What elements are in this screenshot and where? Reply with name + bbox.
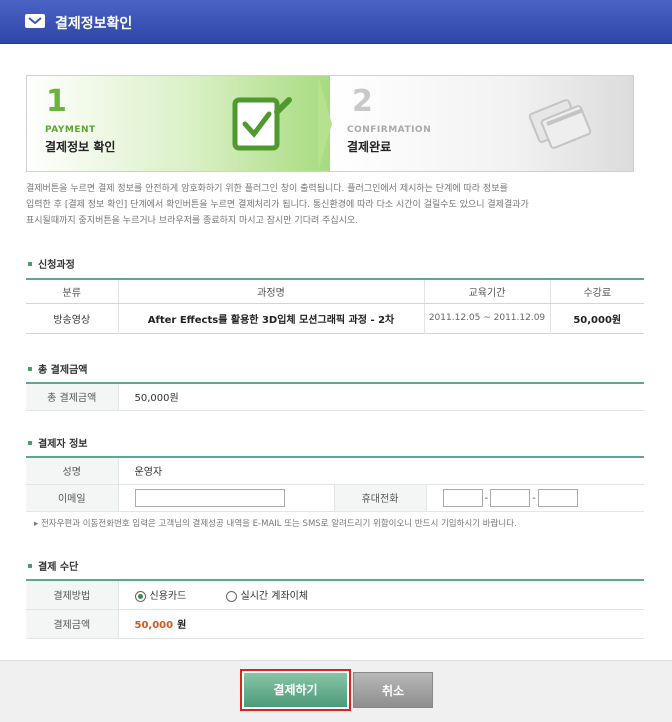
section-title-course: 신청과정 [28, 256, 75, 271]
col-header-period: 교육기간 [423, 279, 550, 304]
payer-table: 성명 운영자 이메일 휴대전화 - - [26, 456, 644, 512]
step-ko-label: 결제완료 [347, 140, 392, 154]
radio-unchecked-icon[interactable] [225, 590, 237, 602]
section-title-payer: 결제자 정보 [28, 435, 87, 450]
name-value: 운영자 [118, 457, 644, 485]
title-bar: 결제정보확인 [0, 0, 672, 44]
radio-checked-icon[interactable] [134, 590, 146, 602]
total-value: 50,000원 [118, 383, 644, 411]
step-number: 1 [46, 84, 67, 119]
step-number: 2 [352, 84, 373, 119]
pay-button[interactable]: 결제하기 [240, 669, 351, 711]
method-label: 결제방법 [26, 580, 119, 610]
col-header-category: 분류 [26, 279, 118, 304]
course-table: 분류 과정명 교육기간 수강료 방송영상 After Effects를 활용한 … [26, 278, 644, 334]
phone-label: 휴대전화 [333, 484, 427, 512]
description-line: 표시될때까지 중지버튼을 누르거나 브라우저를 종료하지 마시고 잠시만 기다려… [26, 216, 359, 226]
phone-separator: - [532, 492, 536, 504]
step-en-label: CONFIRMATION [347, 125, 432, 135]
page-title: 결제정보확인 [55, 16, 133, 32]
contact-note: ▸ 전자우편과 이동전화번호 입력은 고객님의 결제성공 내역을 E-MAIL … [34, 519, 517, 529]
table-row: 방송영상 After Effects를 활용한 3D입체 모션그래픽 과정 - … [26, 303, 644, 333]
section-title-method: 결제 수단 [28, 558, 78, 573]
step-payment: 1 PAYMENT 결제정보 확인 [27, 76, 330, 171]
cell-category: 방송영상 [53, 314, 91, 326]
step-en-label: PAYMENT [45, 125, 96, 135]
phone-input-1[interactable] [442, 488, 483, 507]
step-arrow [318, 76, 332, 171]
card-icon [528, 99, 592, 149]
phone-input-3[interactable] [537, 488, 578, 507]
amount-value: 50,000 원 [118, 609, 644, 639]
envelope-icon [25, 14, 45, 28]
cell-fee: 50,000원 [549, 303, 644, 333]
description-line: 입력한 후 [결제 정보 확인] 단계에서 확인버튼을 누르면 결제처리가 됩니… [26, 200, 529, 210]
cell-period: 2011.12.05 ~ 2011.12.09 [423, 303, 550, 333]
progress-steps: 2 CONFIRMATION 결제완료 1 PAYMENT 결제정보 확인 [26, 75, 634, 172]
step-confirmation: 2 CONFIRMATION 결제완료 [330, 76, 633, 171]
total-label: 총 결제금액 [26, 383, 119, 411]
radio-credit-card[interactable]: 신용카드 [134, 590, 186, 602]
step-ko-label: 결제정보 확인 [45, 140, 116, 154]
cancel-button[interactable]: 취소 [353, 672, 433, 708]
email-input[interactable] [134, 488, 285, 507]
amount-label: 결제금액 [26, 609, 119, 639]
description-line: 결제버튼을 누르면 결제 정보를 안전하게 암호화하기 위한 플러그인 창이 출… [26, 184, 508, 194]
checklist-icon [232, 97, 292, 151]
col-header-course: 과정명 [117, 279, 424, 304]
email-label: 이메일 [26, 484, 119, 512]
col-header-fee: 수강료 [549, 279, 644, 304]
name-label: 성명 [26, 457, 119, 485]
section-title-total: 총 결제금액 [28, 361, 87, 376]
method-table: 결제방법 신용카드 실시간 계좌이체 결제금액 50,000 원 [26, 579, 644, 639]
radio-bank-transfer[interactable]: 실시간 계좌이체 [225, 590, 308, 602]
phone-separator: - [484, 492, 489, 504]
cell-course-name: After Effects를 활용한 3D입체 모션그래픽 과정 - 2차 [117, 303, 424, 333]
payment-description: 결제버튼을 누르면 결제 정보를 안전하게 암호화하기 위한 플러그인 창이 출… [26, 181, 646, 229]
phone-input-2[interactable] [490, 488, 531, 507]
total-table: 총 결제금액 50,000원 [26, 382, 644, 411]
